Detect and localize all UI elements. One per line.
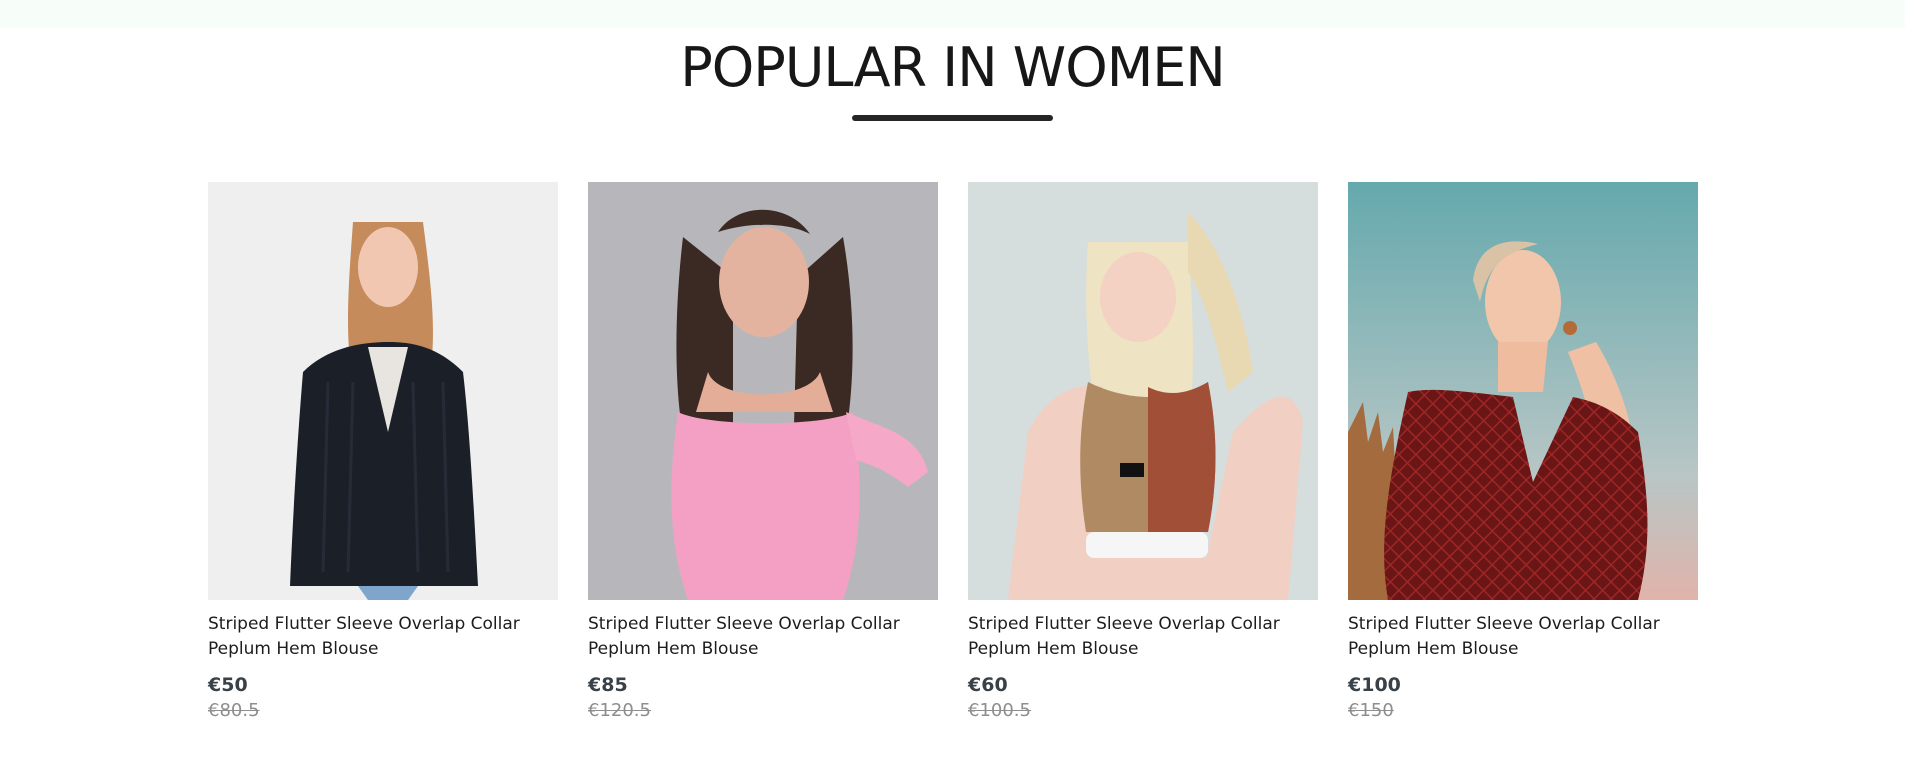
product-old-price: €120.5 bbox=[588, 700, 651, 721]
product-card[interactable]: Striped Flutter Sleeve Overlap Collar Pe… bbox=[588, 182, 938, 742]
product-card[interactable]: Striped Flutter Sleeve Overlap Collar Pe… bbox=[208, 182, 558, 742]
product-name[interactable]: Striped Flutter Sleeve Overlap Collar Pe… bbox=[588, 612, 938, 662]
product-name[interactable]: Striped Flutter Sleeve Overlap Collar Pe… bbox=[1348, 612, 1698, 662]
product-price: €100 bbox=[1348, 674, 1401, 696]
product-image[interactable] bbox=[588, 182, 938, 600]
product-grid: Striped Flutter Sleeve Overlap Collar Pe… bbox=[208, 182, 1698, 742]
product-old-price: €150 bbox=[1348, 700, 1394, 721]
product-card[interactable]: Striped Flutter Sleeve Overlap Collar Pe… bbox=[968, 182, 1318, 742]
section-title: POPULAR IN WOMEN bbox=[680, 36, 1226, 99]
product-name[interactable]: Striped Flutter Sleeve Overlap Collar Pe… bbox=[208, 612, 558, 662]
product-price: €50 bbox=[208, 674, 248, 696]
product-image[interactable] bbox=[968, 182, 1318, 600]
product-photo-icon bbox=[968, 182, 1318, 600]
product-old-price: €80.5 bbox=[208, 700, 260, 721]
product-name[interactable]: Striped Flutter Sleeve Overlap Collar Pe… bbox=[968, 612, 1318, 662]
product-image[interactable] bbox=[1348, 182, 1698, 600]
product-photo-icon bbox=[208, 182, 558, 600]
product-photo-icon bbox=[588, 182, 938, 600]
title-underline bbox=[852, 115, 1053, 121]
product-card[interactable]: Striped Flutter Sleeve Overlap Collar Pe… bbox=[1348, 182, 1698, 742]
product-image[interactable] bbox=[208, 182, 558, 600]
product-old-price: €100.5 bbox=[968, 700, 1031, 721]
product-photo-icon bbox=[1348, 182, 1698, 600]
product-price: €60 bbox=[968, 674, 1008, 696]
top-strip bbox=[0, 0, 1905, 28]
product-price: €85 bbox=[588, 674, 628, 696]
